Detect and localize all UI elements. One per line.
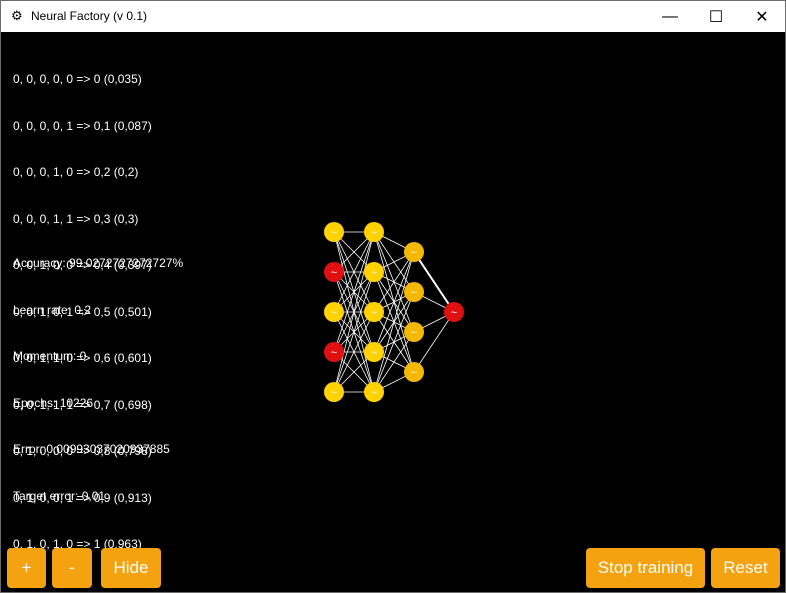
output-line: 0, 0, 0, 1, 0 => 0,2 (0,2) [13,165,139,179]
neuron-glyph: ~ [371,347,377,359]
reset-button[interactable]: Reset [711,548,780,588]
hide-button[interactable]: Hide [101,548,161,588]
hidden-neuron: ~ [364,222,384,242]
hidden-neuron: ~ [404,242,424,262]
title-bar[interactable]: ⚙ Neural Factory (v 0.1) — ☐ ✕ [1,1,785,32]
network-link [413,251,455,313]
hidden-neuron: ~ [364,262,384,282]
hidden-neuron: ~ [364,342,384,362]
input-neuron: ~ [324,262,344,282]
hidden-neuron: ~ [364,382,384,402]
neuron-glyph: ~ [371,307,377,319]
neuron-glyph: ~ [371,387,377,399]
target-error-text: Target error: 0,01 [13,488,106,503]
output-line: 0, 0, 0, 0, 0 => 0 (0,035) [13,72,142,86]
output-line: 0, 0, 0, 0, 1 => 0,1 (0,087) [13,118,152,133]
learn-rate-text: Learn rate: 0,2 [13,302,92,317]
gear-icon: ⚙ [11,8,23,23]
output-neuron: ~ [444,302,464,322]
input-neuron: ~ [324,342,344,362]
neuron-glyph: ~ [331,347,337,359]
accuracy-text: Accuracy: 99,0272727272727% [13,256,184,270]
epochs-text: Epochs: 10226 [13,395,94,410]
main-canvas: 0, 0, 0, 0, 0 => 0 (0,035) 0, 0, 0, 0, 1… [1,32,785,592]
hidden-neuron: ~ [404,362,424,382]
add-layer-button[interactable]: + [7,548,46,588]
neuron-glyph: ~ [411,247,417,259]
hidden-neuron: ~ [404,282,424,302]
neuron-glyph: ~ [411,367,417,379]
close-button[interactable]: ✕ [739,1,785,32]
input-neuron: ~ [324,302,344,322]
maximize-button[interactable]: ☐ [693,1,739,32]
neuron-glyph: ~ [331,267,337,279]
remove-layer-button[interactable]: - [52,548,92,588]
hidden-neuron: ~ [364,302,384,322]
training-stats: Accuracy: 99,0272727272727% Learn rate: … [13,225,183,535]
neuron-glyph: ~ [411,287,417,299]
input-neuron: ~ [324,382,344,402]
network-link [413,311,455,373]
network-diagram: ~ ~ ~ ~ ~ ~ ~ ~ ~ ~ ~ ~ ~ ~ ~ [324,222,464,402]
neuron-glyph: ~ [331,387,337,399]
neuron-glyph: ~ [451,307,457,319]
neuron-glyph: ~ [411,327,417,339]
hidden-neuron: ~ [404,322,424,342]
neuron-glyph: ~ [331,307,337,319]
momentum-text: Momentum: 0 [13,349,87,363]
neuron-glyph: ~ [331,227,337,239]
minimize-button[interactable]: — [647,1,693,32]
neuron-glyph: ~ [371,267,377,279]
stop-training-button[interactable]: Stop training [586,548,705,588]
input-neuron: ~ [324,222,344,242]
error-text: Error: 0,00993037020937885 [13,442,170,456]
neuron-glyph: ~ [371,227,377,239]
window-title: Neural Factory (v 0.1) [31,9,148,23]
app-window: ⚙ Neural Factory (v 0.1) — ☐ ✕ 0, 0, 0, … [0,0,786,593]
